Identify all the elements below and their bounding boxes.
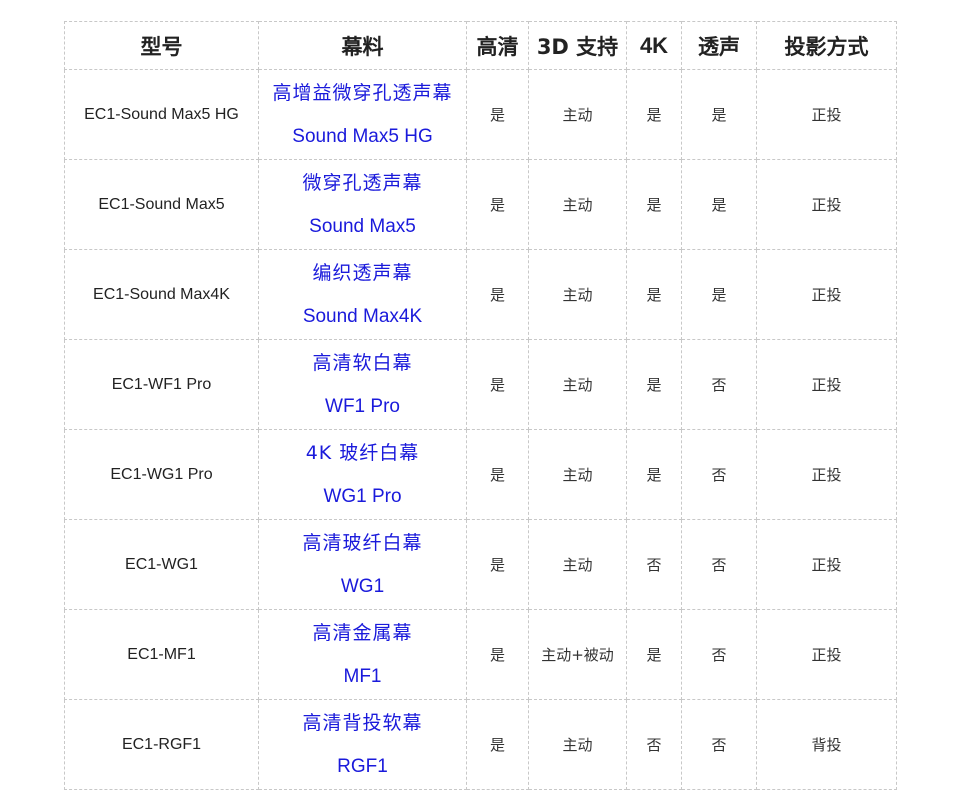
cell-hd: 是 [466,609,529,700]
fabric-name-en: Sound Max5 HG [292,125,433,147]
cell-hd: 是 [466,249,529,340]
cell-hd: 是 [466,699,529,790]
fabric-name-cn: 高清软白幕 [312,351,413,374]
cell-hd: 是 [466,519,529,610]
cell-hd: 是 [466,339,529,430]
cell-model: EC1-WG1 [64,519,259,610]
cell-projection: 正投 [756,429,897,520]
cell-model: EC1-Sound Max5 HG [64,69,259,160]
cell-fabric: 高清背投软幕 RGF1 [258,699,467,790]
cell-3d: 主动 [528,69,627,160]
cell-3d: 主动 [528,429,627,520]
header-projection: 投影方式 [756,21,897,70]
cell-4k: 是 [626,159,682,250]
cell-projection: 正投 [756,609,897,700]
fabric-name-cn: 高清背投软幕 [302,711,423,734]
header-hd: 高清 [466,21,529,70]
cell-projection: 正投 [756,69,897,160]
cell-model: EC1-Sound Max4K [64,249,259,340]
fabric-name-en: WF1 Pro [325,395,400,417]
fabric-name-cn: 4K 玻纤白幕 [305,441,420,464]
header-acoustic: 透声 [681,21,757,70]
cell-4k: 是 [626,339,682,430]
cell-acoustic: 否 [681,429,757,520]
table-row: EC1-WG1 高清玻纤白幕 WG1 是 主动 否 否 正投 [64,519,897,610]
cell-fabric: 高清软白幕 WF1 Pro [258,339,467,430]
cell-acoustic: 否 [681,339,757,430]
cell-3d: 主动 [528,249,627,340]
cell-projection: 正投 [756,159,897,250]
table-row: EC1-WF1 Pro 高清软白幕 WF1 Pro 是 主动 是 否 正投 [64,339,897,430]
cell-3d: 主动 [528,159,627,250]
fabric-name-en: WG1 [340,575,385,597]
fabric-name-cn: 编织透声幕 [312,261,413,284]
table-row: EC1-Sound Max5 微穿孔透声幕 Sound Max5 是 主动 是 … [64,159,897,250]
cell-4k: 是 [626,609,682,700]
cell-projection: 正投 [756,249,897,340]
table-row: EC1-Sound Max4K 编织透声幕 Sound Max4K 是 主动 是… [64,249,897,340]
header-3d: 3D 支持 [528,21,627,70]
cell-acoustic: 是 [681,69,757,160]
cell-fabric: 微穿孔透声幕 Sound Max5 [258,159,467,250]
table-row: EC1-WG1 Pro 4K 玻纤白幕 WG1 Pro 是 主动 是 否 正投 [64,429,897,520]
cell-4k: 是 [626,429,682,520]
cell-acoustic: 是 [681,249,757,340]
fabric-name-cn: 高清金属幕 [312,621,413,644]
fabric-name-en: Sound Max4K [302,305,423,327]
cell-acoustic: 否 [681,609,757,700]
cell-4k: 否 [626,519,682,610]
cell-model: EC1-WG1 Pro [64,429,259,520]
cell-hd: 是 [466,429,529,520]
cell-model: EC1-RGF1 [64,699,259,790]
cell-3d: 主动 [528,339,627,430]
fabric-name-cn: 高清玻纤白幕 [302,531,423,554]
cell-projection: 背投 [756,699,897,790]
cell-hd: 是 [466,159,529,250]
cell-4k: 是 [626,249,682,340]
cell-fabric: 高清金属幕 MF1 [258,609,467,700]
cell-model: EC1-Sound Max5 [64,159,259,250]
fabric-name-en: RGF1 [337,755,388,777]
header-model: 型号 [64,21,259,70]
table-row: EC1-Sound Max5 HG 高增益微穿孔透声幕 Sound Max5 H… [64,69,897,160]
cell-acoustic: 是 [681,159,757,250]
fabric-name-cn: 微穿孔透声幕 [302,171,423,194]
fabric-name-en: MF1 [343,665,382,687]
cell-fabric: 编织透声幕 Sound Max4K [258,249,467,340]
cell-3d: 主动 [528,699,627,790]
fabric-name-cn: 高增益微穿孔透声幕 [272,81,453,104]
cell-acoustic: 否 [681,699,757,790]
cell-hd: 是 [466,69,529,160]
cell-4k: 否 [626,699,682,790]
cell-fabric: 4K 玻纤白幕 WG1 Pro [258,429,467,520]
cell-fabric: 高增益微穿孔透声幕 Sound Max5 HG [258,69,467,160]
cell-4k: 是 [626,69,682,160]
cell-acoustic: 否 [681,519,757,610]
cell-3d: 主动+被动 [528,609,627,700]
header-4k: 4K [626,21,682,70]
screen-spec-table: 型号 幕料 高清 3D 支持 4K 透声 投影方式 EC1-Sound Max5… [64,21,897,790]
cell-model: EC1-WF1 Pro [64,339,259,430]
header-fabric: 幕料 [258,21,467,70]
table-row: EC1-MF1 高清金属幕 MF1 是 主动+被动 是 否 正投 [64,609,897,700]
cell-model: EC1-MF1 [64,609,259,700]
fabric-name-en: WG1 Pro [323,485,402,507]
cell-3d: 主动 [528,519,627,610]
fabric-name-en: Sound Max5 [309,215,416,237]
cell-fabric: 高清玻纤白幕 WG1 [258,519,467,610]
table-row: EC1-RGF1 高清背投软幕 RGF1 是 主动 否 否 背投 [64,699,897,790]
cell-projection: 正投 [756,339,897,430]
cell-projection: 正投 [756,519,897,610]
table-header-row: 型号 幕料 高清 3D 支持 4K 透声 投影方式 [64,21,897,70]
